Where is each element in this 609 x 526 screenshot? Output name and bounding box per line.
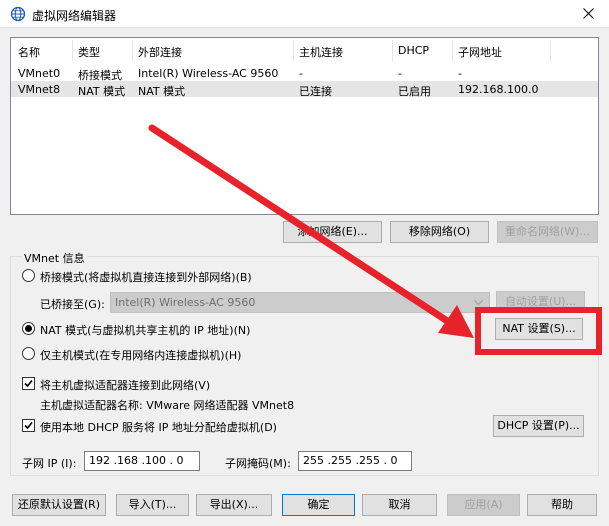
annotation-highlight-box [475,307,602,355]
annotation-arrow [148,124,459,330]
annotation-overlay [148,124,602,355]
